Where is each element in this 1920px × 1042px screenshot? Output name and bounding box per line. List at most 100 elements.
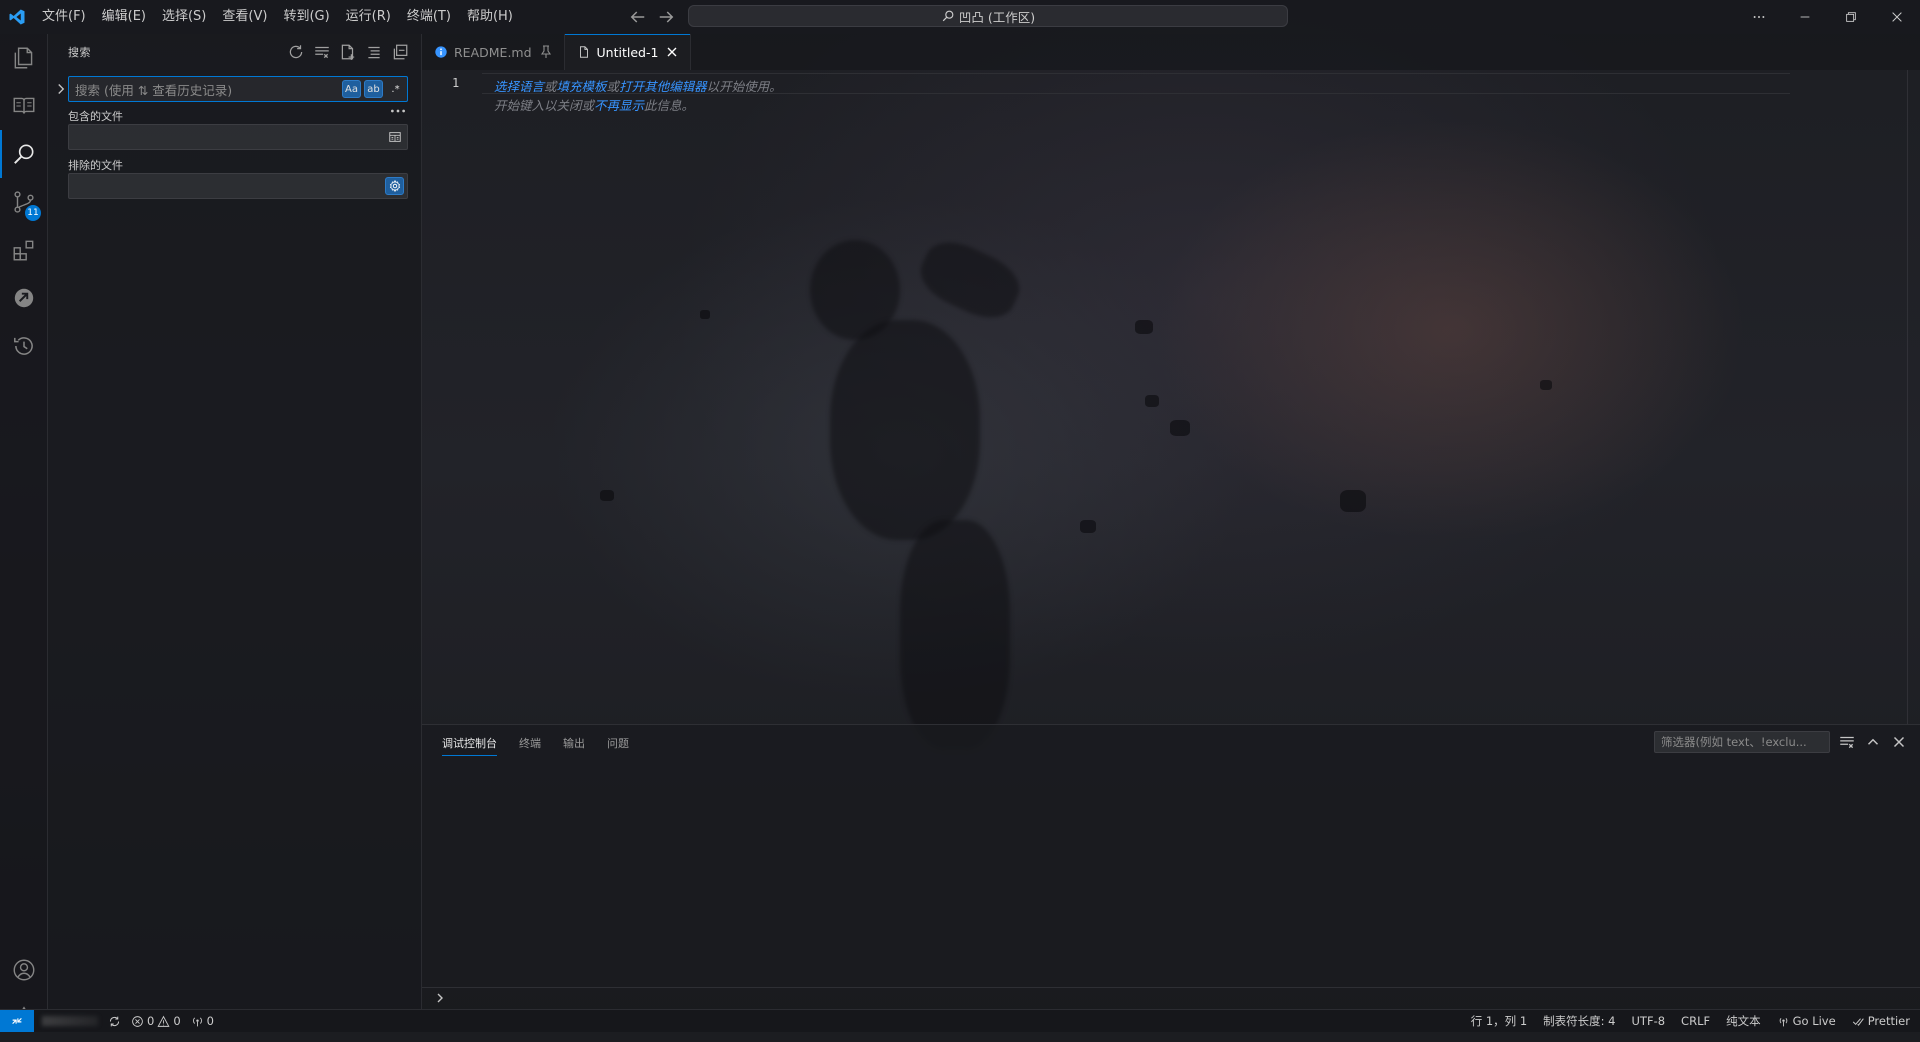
use-regex-toggle[interactable]: .* xyxy=(386,80,405,98)
ports-status[interactable]: 0 xyxy=(191,1014,214,1028)
open-other-editor-link[interactable]: 打开其他编辑器 xyxy=(619,79,707,94)
panel-filter-input[interactable] xyxy=(1655,732,1829,752)
new-search-editor-icon[interactable] xyxy=(339,43,357,61)
back-arrow-icon[interactable] xyxy=(628,7,648,27)
menu-help[interactable]: 帮助(H) xyxy=(459,0,521,34)
minimize-icon[interactable] xyxy=(1782,0,1828,34)
exclude-files-label: 排除的文件 xyxy=(68,159,123,172)
clear-console-icon[interactable] xyxy=(1838,733,1856,751)
include-files-input[interactable] xyxy=(69,125,377,151)
more-options-icon[interactable] xyxy=(389,104,407,118)
language-mode[interactable]: 纯文本 xyxy=(1726,1013,1761,1029)
menu-go[interactable]: 转到(G) xyxy=(275,0,337,34)
sync-icon[interactable] xyxy=(108,1015,121,1028)
menu-view[interactable]: 查看(V) xyxy=(214,0,275,34)
menu-run[interactable]: 运行(R) xyxy=(338,0,399,34)
restore-icon[interactable] xyxy=(1828,0,1874,34)
double-check-icon xyxy=(1852,1017,1864,1026)
account-icon[interactable] xyxy=(0,946,47,994)
status-bar: 0 0 0 行 1，列 1 制表符长度: 4 UTF-8 CRLF 纯文本 Go… xyxy=(0,1009,1920,1032)
sidebar-actions xyxy=(287,34,409,70)
tab-problems[interactable]: 问题 xyxy=(607,735,629,756)
search-input[interactable] xyxy=(69,77,345,103)
navigation-arrows xyxy=(628,0,676,34)
close-icon[interactable] xyxy=(664,44,680,60)
vscode-logo-icon xyxy=(0,0,34,34)
menu-edit[interactable]: 编辑(E) xyxy=(94,0,154,34)
timeline-icon[interactable] xyxy=(0,322,47,370)
info-icon xyxy=(434,45,448,59)
match-whole-word-toggle[interactable]: ab xyxy=(364,80,383,98)
editor-text-area[interactable]: 1 选择语言或填充模板或打开其他编辑器以开始使用。 开始键入以关闭或不再显示此信… xyxy=(422,70,1920,724)
debug-console-input[interactable] xyxy=(422,987,1920,1010)
explorer-icon[interactable] xyxy=(0,34,47,82)
tab-untitled[interactable]: Untitled-1 xyxy=(564,34,692,70)
go-live-button[interactable]: Go Live xyxy=(1777,1014,1836,1028)
broadcast-icon xyxy=(1779,1017,1787,1026)
more-actions-icon[interactable] xyxy=(1736,0,1782,34)
editor-group: README.md Untitled-1 1 选择语言或填充模板或打开其他编辑器… xyxy=(422,34,1920,724)
title-bar: 文件(F) 编辑(E) 选择(S) 查看(V) 转到(G) 运行(R) 终端(T… xyxy=(0,0,1920,34)
error-icon xyxy=(132,1015,143,1027)
select-language-link[interactable]: 选择语言 xyxy=(494,79,544,94)
source-control-icon[interactable]: 11 xyxy=(0,178,47,226)
tab-size[interactable]: 制表符长度: 4 xyxy=(1543,1013,1615,1029)
tab-readme[interactable]: README.md xyxy=(422,34,565,70)
editor-tabs: README.md Untitled-1 xyxy=(422,34,1920,70)
search-icon xyxy=(941,9,955,23)
bottom-panel: 调试控制台 终端 输出 问题 xyxy=(422,724,1920,1010)
vertical-scrollbar[interactable] xyxy=(1907,70,1908,724)
search-sidebar: 搜索 Aa ab .* xyxy=(48,34,422,1010)
tab-debug-console[interactable]: 调试控制台 xyxy=(442,735,497,756)
forward-arrow-icon[interactable] xyxy=(656,7,676,27)
clear-results-icon[interactable] xyxy=(313,43,331,61)
use-exclude-settings-icon[interactable] xyxy=(385,177,404,195)
tab-label: README.md xyxy=(454,44,532,60)
tab-output[interactable]: 输出 xyxy=(563,735,585,756)
broadcast-icon xyxy=(192,1017,202,1026)
dont-show-again-link[interactable]: 不再显示 xyxy=(594,98,644,113)
open-editors-only-icon[interactable] xyxy=(385,128,404,146)
hint-text: 开始键入以关闭或 xyxy=(494,98,595,113)
match-case-toggle[interactable]: Aa xyxy=(342,80,361,98)
close-panel-icon[interactable] xyxy=(1890,733,1908,751)
blurred-account xyxy=(42,1016,98,1026)
book-icon[interactable] xyxy=(0,82,47,130)
extensions-icon[interactable] xyxy=(0,226,47,274)
command-center[interactable]: 凹凸 (工作区) xyxy=(688,5,1288,27)
sidebar-header: 搜索 xyxy=(48,34,421,70)
file-icon xyxy=(577,45,591,59)
hint-text: 以开始使用。 xyxy=(706,79,782,94)
refresh-icon[interactable] xyxy=(287,43,305,61)
window-controls xyxy=(1736,0,1920,34)
line-number: 1 xyxy=(452,76,460,90)
encoding[interactable]: UTF-8 xyxy=(1632,1014,1666,1028)
problems-status[interactable]: 0 0 xyxy=(131,1014,181,1028)
collapse-all-icon[interactable] xyxy=(391,43,409,61)
menu-terminal[interactable]: 终端(T) xyxy=(399,0,459,34)
hint-text: 或 xyxy=(606,79,620,94)
exclude-files-input[interactable] xyxy=(69,174,377,200)
maximize-panel-icon[interactable] xyxy=(1864,733,1882,751)
remote-indicator-icon[interactable] xyxy=(0,1010,34,1032)
menu-file[interactable]: 文件(F) xyxy=(34,0,94,34)
cursor-position[interactable]: 行 1，列 1 xyxy=(1471,1013,1527,1029)
menu-bar: 文件(F) 编辑(E) 选择(S) 查看(V) 转到(G) 运行(R) 终端(T… xyxy=(34,0,521,34)
remote-explorer-icon[interactable] xyxy=(0,274,47,322)
warning-count: 0 xyxy=(173,1014,181,1028)
view-as-tree-icon[interactable] xyxy=(365,43,383,61)
prettier-status[interactable]: Prettier xyxy=(1852,1014,1910,1028)
pin-icon[interactable] xyxy=(538,44,554,60)
close-window-icon[interactable] xyxy=(1874,0,1920,34)
go-live-label: Go Live xyxy=(1792,1014,1836,1028)
search-icon[interactable] xyxy=(0,130,47,178)
end-of-line[interactable]: CRLF xyxy=(1681,1014,1710,1028)
tab-label: Untitled-1 xyxy=(596,44,659,60)
editor-hint-line-1: 选择语言或填充模板或打开其他编辑器以开始使用。 xyxy=(494,76,782,95)
tab-terminal[interactable]: 终端 xyxy=(519,735,541,756)
ports-count: 0 xyxy=(206,1014,214,1028)
fill-template-link[interactable]: 填充模板 xyxy=(557,79,607,94)
chevron-right-icon xyxy=(432,990,448,1006)
include-files-label: 包含的文件 xyxy=(68,110,123,123)
menu-selection[interactable]: 选择(S) xyxy=(154,0,214,34)
